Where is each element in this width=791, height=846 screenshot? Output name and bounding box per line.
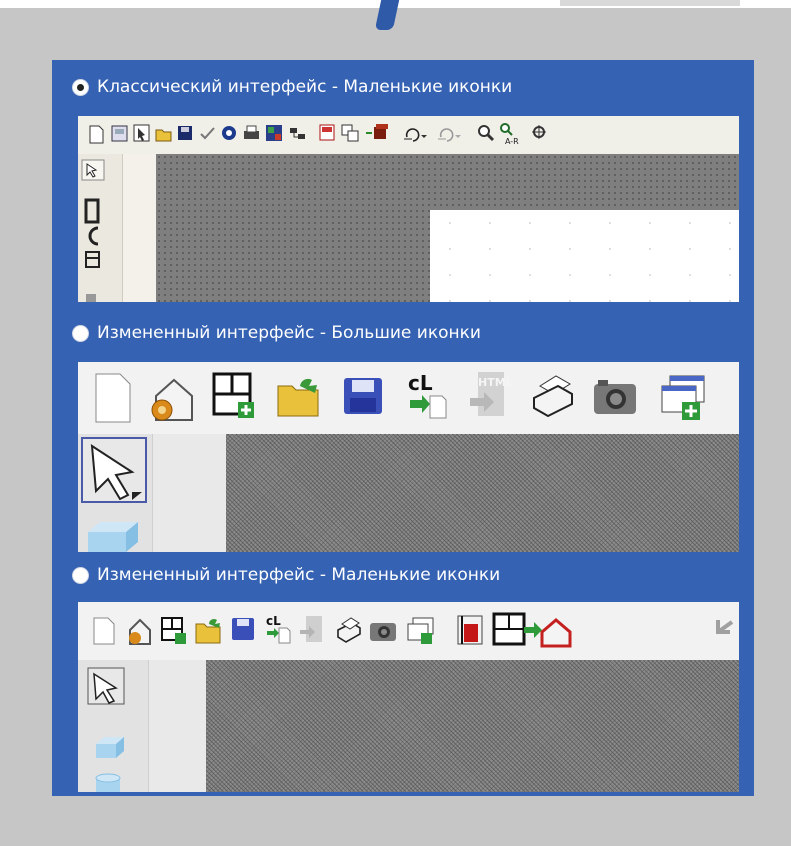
wall-tool-icon[interactable] (84, 198, 100, 224)
svg-text:A-R: A-R (505, 137, 519, 146)
toolbar-icons: A-R (89, 123, 546, 146)
preview-modified-large: cL HTML (78, 362, 739, 552)
interface-options-panel: Классический интерфейс - Маленькие иконк… (52, 60, 754, 796)
open-template-icon[interactable] (111, 125, 128, 142)
svg-text:cL: cL (408, 371, 433, 395)
box-tool-icon[interactable] (88, 522, 138, 552)
palette-icons (81, 437, 147, 552)
open-folder-icon[interactable] (155, 129, 172, 142)
tool-palette (78, 154, 156, 302)
red-door-icon[interactable] (457, 615, 483, 645)
undo-icon[interactable] (716, 620, 734, 634)
palette-icons (81, 159, 105, 302)
camera-icon[interactable] (594, 380, 636, 414)
print-icon[interactable] (533, 375, 573, 418)
house-settings-icon[interactable] (129, 618, 151, 645)
undo-icon[interactable] (404, 128, 427, 142)
option-label: Измененный интерфейс - Маленькие иконки (97, 565, 501, 585)
camera-icon[interactable] (370, 623, 396, 641)
palette-icons (87, 667, 125, 792)
box-tool-icon[interactable] (96, 737, 124, 758)
option-label: Классический интерфейс - Маленькие иконк… (97, 77, 513, 97)
window-icon[interactable] (319, 124, 335, 141)
radio-modified-small[interactable] (72, 566, 89, 584)
print-icon[interactable] (337, 617, 361, 643)
print-icon[interactable] (244, 125, 259, 139)
house-settings-icon[interactable] (151, 378, 193, 421)
html-export-icon[interactable]: HTML (470, 372, 513, 416)
open-folder-icon[interactable] (195, 619, 221, 644)
new-document-icon[interactable] (89, 125, 104, 144)
check-icon[interactable] (200, 127, 215, 140)
tool-palette (78, 660, 206, 792)
preview-classic-small: A-R (78, 116, 739, 302)
select-tool-icon[interactable] (87, 667, 125, 705)
crosshair-icon[interactable] (532, 125, 546, 139)
decorative-mark (560, 0, 740, 6)
tool-palette (78, 434, 226, 552)
plan-to-house-icon[interactable] (492, 612, 572, 648)
at-sign-icon[interactable] (222, 126, 236, 140)
cylinder-tool-icon[interactable] (95, 773, 121, 792)
save-icon[interactable] (232, 618, 254, 640)
arc-tool-icon[interactable] (88, 226, 99, 246)
floor-plan-add-icon[interactable] (161, 617, 186, 644)
window-add-icon[interactable] (407, 617, 434, 644)
option-modified-large[interactable]: Измененный интерфейс - Большие иконки (72, 318, 481, 348)
cursor-page-icon[interactable] (133, 124, 150, 142)
zoom-icon[interactable] (478, 125, 495, 142)
toolbar: cL HTML (78, 362, 739, 434)
radio-modified-large[interactable] (72, 324, 89, 342)
network-icon[interactable] (290, 128, 305, 139)
option-modified-small[interactable]: Измененный интерфейс - Маленькие иконки (72, 560, 500, 590)
drawing-canvas[interactable] (226, 434, 739, 552)
option-label: Измененный интерфейс - Большие иконки (97, 323, 481, 343)
new-document-icon[interactable] (95, 373, 131, 423)
toolbar: A-R (78, 116, 739, 154)
cl-export-icon[interactable]: cL (266, 614, 291, 644)
save-icon[interactable] (178, 126, 192, 140)
select-tool-icon[interactable] (81, 437, 147, 503)
cl-export-icon[interactable]: cL (408, 371, 447, 419)
tool-icon[interactable] (86, 294, 96, 302)
toolbar: cL (78, 602, 739, 660)
box-arrow-icon[interactable] (366, 124, 388, 139)
new-document-icon[interactable] (93, 617, 115, 645)
svg-text:HTML: HTML (478, 376, 513, 389)
drawing-canvas[interactable] (206, 660, 739, 792)
toolbar-icons: cL (93, 612, 734, 648)
radio-classic-small[interactable] (72, 78, 89, 96)
svg-text:cL: cL (266, 614, 281, 628)
preview-modified-small: cL (78, 602, 739, 792)
zoom-fit-icon[interactable]: A-R (500, 123, 519, 146)
floor-plan-add-icon[interactable] (212, 372, 254, 418)
save-icon[interactable] (344, 378, 382, 414)
drawing-sheet[interactable] (430, 210, 739, 302)
shapes-icon[interactable] (341, 124, 359, 142)
toolbar-icons: cL HTML (95, 371, 705, 423)
option-classic-small[interactable]: Классический интерфейс - Маленькие иконк… (72, 72, 512, 102)
html-export-icon[interactable] (300, 616, 322, 642)
redo-icon[interactable] (438, 128, 461, 142)
grid-color-icon[interactable] (266, 125, 282, 141)
open-folder-icon[interactable] (277, 378, 319, 417)
select-tool-icon[interactable] (81, 159, 105, 181)
window-add-icon[interactable] (661, 375, 705, 420)
window-tool-icon[interactable] (85, 251, 100, 268)
